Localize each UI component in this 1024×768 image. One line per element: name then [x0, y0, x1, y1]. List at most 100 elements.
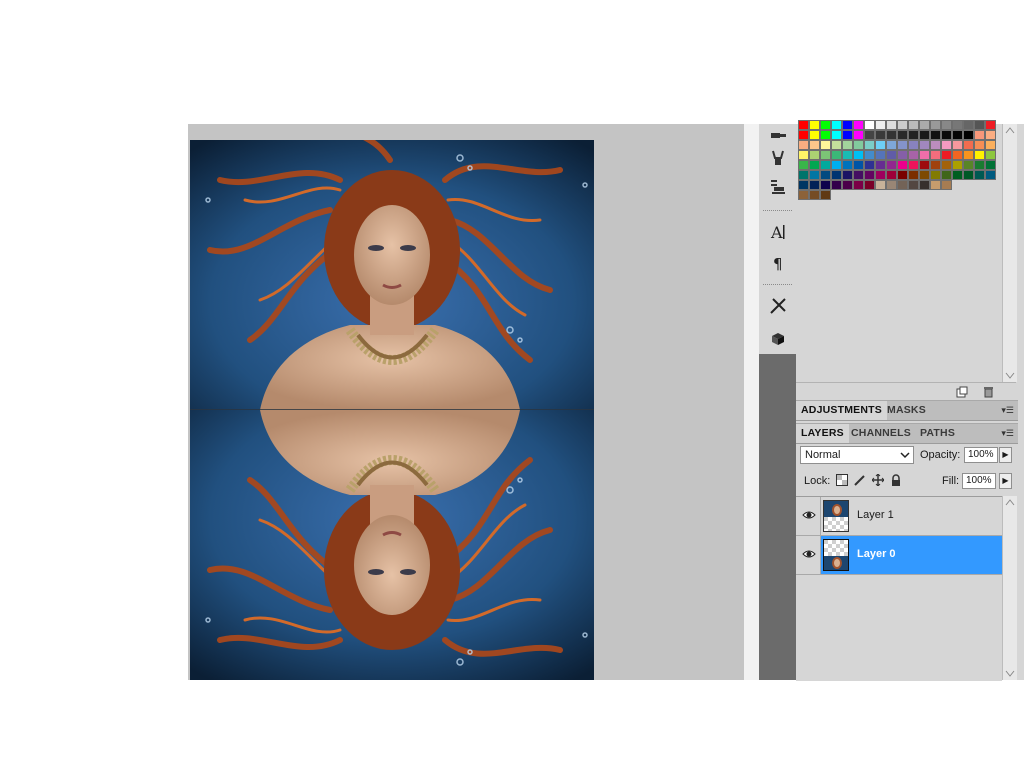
color-swatch[interactable]: [919, 140, 930, 150]
color-swatch[interactable]: [919, 120, 930, 130]
color-swatch[interactable]: [952, 140, 963, 150]
color-swatch[interactable]: [842, 170, 853, 180]
color-swatch[interactable]: [853, 170, 864, 180]
color-swatch[interactable]: [853, 150, 864, 160]
color-swatch[interactable]: [875, 140, 886, 150]
color-swatch[interactable]: [864, 130, 875, 140]
color-swatch[interactable]: [842, 150, 853, 160]
fill-slider-button[interactable]: ▶: [999, 473, 1012, 489]
color-swatch[interactable]: [897, 130, 908, 140]
color-swatch[interactable]: [798, 120, 809, 130]
color-swatch[interactable]: [864, 170, 875, 180]
delete-swatch-icon[interactable]: [982, 386, 994, 401]
color-swatch[interactable]: [941, 170, 952, 180]
color-swatch[interactable]: [798, 150, 809, 160]
color-swatch[interactable]: [809, 140, 820, 150]
color-swatch[interactable]: [875, 170, 886, 180]
color-swatch[interactable]: [853, 180, 864, 190]
color-swatch[interactable]: [919, 180, 930, 190]
color-swatch[interactable]: [941, 180, 952, 190]
color-swatch[interactable]: [963, 120, 974, 130]
color-swatch[interactable]: [897, 180, 908, 190]
color-swatch[interactable]: [875, 120, 886, 130]
color-swatch[interactable]: [853, 140, 864, 150]
color-swatch[interactable]: [809, 120, 820, 130]
lock-pixels-icon[interactable]: [853, 473, 867, 487]
paragraph-icon[interactable]: ¶: [765, 252, 790, 274]
color-swatch[interactable]: [985, 150, 996, 160]
color-swatch[interactable]: [919, 130, 930, 140]
eye-icon[interactable]: [802, 547, 816, 561]
color-swatch[interactable]: [908, 160, 919, 170]
color-swatch[interactable]: [974, 140, 985, 150]
tool-presets-icon[interactable]: [765, 176, 790, 198]
color-swatch[interactable]: [974, 160, 985, 170]
color-swatch[interactable]: [919, 150, 930, 160]
color-swatch[interactable]: [908, 120, 919, 130]
brushes-icon[interactable]: [765, 295, 790, 317]
color-swatch[interactable]: [831, 180, 842, 190]
color-swatch[interactable]: [908, 130, 919, 140]
color-swatch[interactable]: [864, 180, 875, 190]
color-swatch[interactable]: [897, 150, 908, 160]
opacity-slider-button[interactable]: ▶: [999, 447, 1012, 463]
color-swatch[interactable]: [897, 120, 908, 130]
layer-row-layer-0[interactable]: Layer 0: [796, 536, 1002, 575]
color-swatch[interactable]: [919, 160, 930, 170]
color-swatch[interactable]: [908, 140, 919, 150]
color-swatch[interactable]: [809, 190, 820, 200]
layer-visibility-cell[interactable]: [796, 497, 821, 535]
color-swatch[interactable]: [864, 150, 875, 160]
color-swatch[interactable]: [886, 160, 897, 170]
color-swatch[interactable]: [842, 160, 853, 170]
color-swatch[interactable]: [831, 170, 842, 180]
color-swatch[interactable]: [886, 150, 897, 160]
color-swatch[interactable]: [941, 140, 952, 150]
new-swatch-icon[interactable]: [956, 386, 968, 401]
color-swatch[interactable]: [985, 120, 996, 130]
color-swatch[interactable]: [952, 130, 963, 140]
color-swatch[interactable]: [809, 150, 820, 160]
color-swatch[interactable]: [842, 140, 853, 150]
color-swatch[interactable]: [831, 160, 842, 170]
color-swatch[interactable]: [952, 170, 963, 180]
color-swatch[interactable]: [941, 120, 952, 130]
color-swatch[interactable]: [831, 140, 842, 150]
blend-mode-select[interactable]: Normal: [800, 446, 914, 464]
color-swatch[interactable]: [919, 170, 930, 180]
lock-position-icon[interactable]: [871, 473, 885, 487]
color-swatch[interactable]: [886, 180, 897, 190]
color-swatch[interactable]: [941, 150, 952, 160]
tab-layers[interactable]: LAYERS: [796, 424, 849, 443]
color-swatch[interactable]: [974, 150, 985, 160]
color-swatch[interactable]: [930, 170, 941, 180]
color-swatch[interactable]: [897, 140, 908, 150]
color-swatch[interactable]: [820, 190, 831, 200]
color-swatch[interactable]: [886, 170, 897, 180]
tab-masks[interactable]: MASKS: [882, 401, 931, 420]
fill-field[interactable]: 100%: [962, 473, 996, 489]
color-swatch[interactable]: [798, 130, 809, 140]
color-swatch[interactable]: [798, 140, 809, 150]
color-swatch[interactable]: [985, 140, 996, 150]
color-swatch[interactable]: [908, 170, 919, 180]
color-swatch[interactable]: [908, 150, 919, 160]
color-swatch[interactable]: [985, 170, 996, 180]
color-swatch[interactable]: [930, 160, 941, 170]
color-swatch[interactable]: [809, 130, 820, 140]
color-swatch[interactable]: [798, 170, 809, 180]
color-swatch[interactable]: [820, 170, 831, 180]
tab-paths[interactable]: PATHS: [915, 424, 960, 443]
color-swatch[interactable]: [930, 180, 941, 190]
color-swatch[interactable]: [820, 160, 831, 170]
color-swatch[interactable]: [974, 120, 985, 130]
color-swatch[interactable]: [930, 140, 941, 150]
color-swatch[interactable]: [930, 150, 941, 160]
color-swatch[interactable]: [820, 180, 831, 190]
color-swatch[interactable]: [853, 130, 864, 140]
color-swatch[interactable]: [831, 120, 842, 130]
color-swatch[interactable]: [952, 150, 963, 160]
opacity-field[interactable]: 100%: [964, 447, 998, 463]
color-swatch[interactable]: [853, 120, 864, 130]
color-swatch[interactable]: [809, 170, 820, 180]
